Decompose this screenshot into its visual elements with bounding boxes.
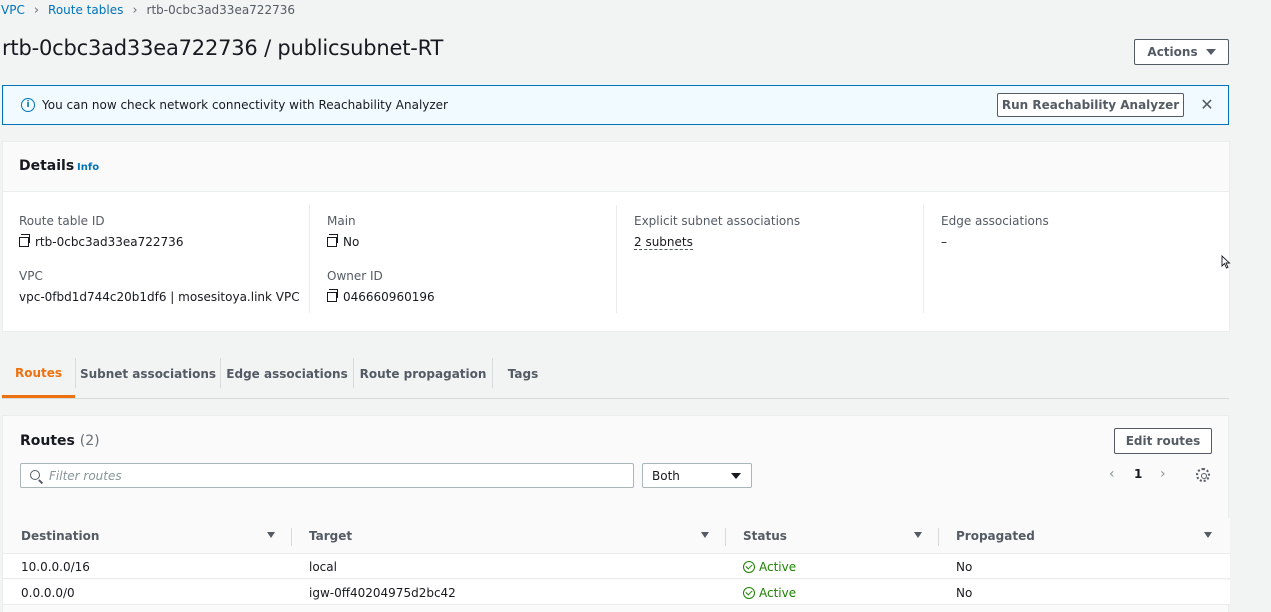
table-header: Destination Target Status Propagated — [3, 518, 1230, 554]
tab-tags[interactable]: Tags — [493, 350, 553, 398]
column-target[interactable]: Target — [309, 529, 352, 543]
edge-associations-value: – — [941, 235, 947, 249]
owner-id-value: 046660960196 — [327, 289, 435, 304]
column-divider[interactable] — [291, 528, 292, 546]
copy-icon[interactable] — [19, 234, 30, 247]
vpc-label: VPC — [19, 269, 43, 283]
tab-edge-associations[interactable]: Edge associations — [221, 350, 353, 398]
details-panel: Details Info Route table ID rtb-0cbc3ad3… — [2, 141, 1230, 332]
cell-status: Active — [743, 586, 796, 600]
explicit-subnet-associations-label: Explicit subnet associations — [634, 214, 801, 228]
details-column-4: Edge associations – — [923, 205, 1223, 313]
main-value: No — [327, 234, 360, 249]
page-title: rtb-0cbc3ad33ea722736 / publicsubnet-RT — [2, 36, 444, 60]
sort-icon[interactable] — [267, 532, 275, 538]
column-propagated[interactable]: Propagated — [956, 529, 1035, 543]
tab-subnet-associations[interactable]: Subnet associations — [76, 350, 220, 398]
propagation-filter-select[interactable]: Both — [642, 463, 752, 488]
tab-route-propagation[interactable]: Route propagation — [354, 350, 492, 398]
actions-label: Actions — [1147, 45, 1198, 59]
cell-status: Active — [743, 560, 796, 574]
breadcrumb: VPC › Route tables › rtb-0cbc3ad33ea7227… — [1, 2, 295, 18]
close-icon[interactable]: ✕ — [1199, 97, 1215, 113]
routes-title: Routes (2) — [20, 433, 100, 449]
filter-routes-input[interactable] — [49, 468, 609, 483]
actions-button[interactable]: Actions — [1134, 39, 1229, 65]
details-title: Details — [19, 158, 75, 174]
route-table-id-value: rtb-0cbc3ad33ea722736 — [19, 234, 184, 249]
column-divider[interactable] — [725, 528, 726, 546]
details-info-link[interactable]: Info — [77, 162, 99, 173]
details-column-2: Main No Owner ID 046660960196 — [309, 205, 616, 313]
column-divider[interactable] — [938, 528, 939, 546]
table-row: 0.0.0.0/0 igw-0ff40204975d2bc42 Active N… — [3, 580, 1230, 605]
details-header: Details Info — [3, 142, 1229, 192]
gear-icon[interactable] — [1196, 468, 1210, 482]
sort-icon[interactable] — [1204, 532, 1212, 538]
check-circle-icon — [743, 561, 755, 573]
route-table-id-text: rtb-0cbc3ad33ea722736 — [35, 235, 184, 249]
next-page-icon[interactable]: › — [1160, 466, 1166, 482]
caret-down-icon — [1205, 49, 1216, 55]
cell-destination: 10.0.0.0/16 — [21, 560, 90, 574]
route-table-id-label: Route table ID — [19, 214, 105, 228]
status-text: Active — [759, 560, 797, 574]
vpc-link[interactable]: vpc-0fbd1d744c20b1df6 | mosesitoya.link … — [19, 290, 300, 304]
info-icon: i — [21, 98, 35, 112]
main-label: Main — [327, 214, 356, 228]
cell-propagated: No — [956, 560, 973, 574]
explicit-subnet-associations-value[interactable]: 2 subnets — [634, 235, 693, 250]
mouse-cursor-icon — [1221, 255, 1231, 269]
cell-destination: 0.0.0.0/0 — [21, 586, 75, 600]
tab-routes[interactable]: Routes — [2, 350, 75, 398]
cell-target: local — [309, 560, 337, 574]
breadcrumb-current: rtb-0cbc3ad33ea722736 — [146, 3, 295, 17]
main-text: No — [343, 235, 360, 249]
column-status[interactable]: Status — [743, 529, 787, 543]
owner-id-label: Owner ID — [327, 269, 383, 283]
edge-associations-label: Edge associations — [941, 214, 1049, 228]
chevron-right-icon: › — [33, 2, 40, 18]
breadcrumb-vpc[interactable]: VPC — [1, 3, 25, 17]
column-destination[interactable]: Destination — [21, 529, 99, 543]
edit-routes-button[interactable]: Edit routes — [1114, 428, 1212, 454]
owner-id-text: 046660960196 — [343, 290, 435, 304]
details-column-1: Route table ID rtb-0cbc3ad33ea722736 VPC… — [19, 205, 309, 313]
copy-icon[interactable] — [327, 234, 338, 247]
previous-page-icon[interactable]: ‹ — [1109, 466, 1115, 482]
routes-count: (2) — [79, 433, 100, 449]
sort-icon[interactable] — [914, 532, 922, 538]
caret-down-icon — [731, 473, 741, 479]
run-reachability-analyzer-button[interactable]: Run Reachability Analyzer — [997, 93, 1184, 117]
banner-message: You can now check network connectivity w… — [42, 98, 448, 112]
filter-routes-box — [20, 463, 634, 488]
status-text: Active — [759, 586, 797, 600]
breadcrumb-route-tables[interactable]: Route tables — [48, 3, 123, 17]
tab-bar: Routes Subnet associations Edge associat… — [2, 350, 1229, 399]
cell-target-link[interactable]: igw-0ff40204975d2bc42 — [309, 586, 456, 600]
sort-icon[interactable] — [701, 532, 709, 538]
cell-propagated: No — [956, 586, 973, 600]
routes-title-text: Routes — [20, 433, 75, 449]
details-column-3: Explicit subnet associations 2 subnets — [616, 205, 923, 313]
copy-icon[interactable] — [327, 289, 338, 302]
chevron-right-icon: › — [132, 2, 138, 18]
select-value: Both — [652, 469, 680, 483]
reachability-banner: i You can now check network connectivity… — [2, 85, 1229, 125]
check-circle-icon — [743, 587, 755, 599]
page-number[interactable]: 1 — [1134, 467, 1142, 481]
table-row: 10.0.0.0/16 local Active No — [3, 554, 1230, 579]
routes-panel: Routes (2) Edit routes Both ‹ 1 › Destin… — [2, 415, 1230, 612]
search-icon — [30, 470, 40, 480]
